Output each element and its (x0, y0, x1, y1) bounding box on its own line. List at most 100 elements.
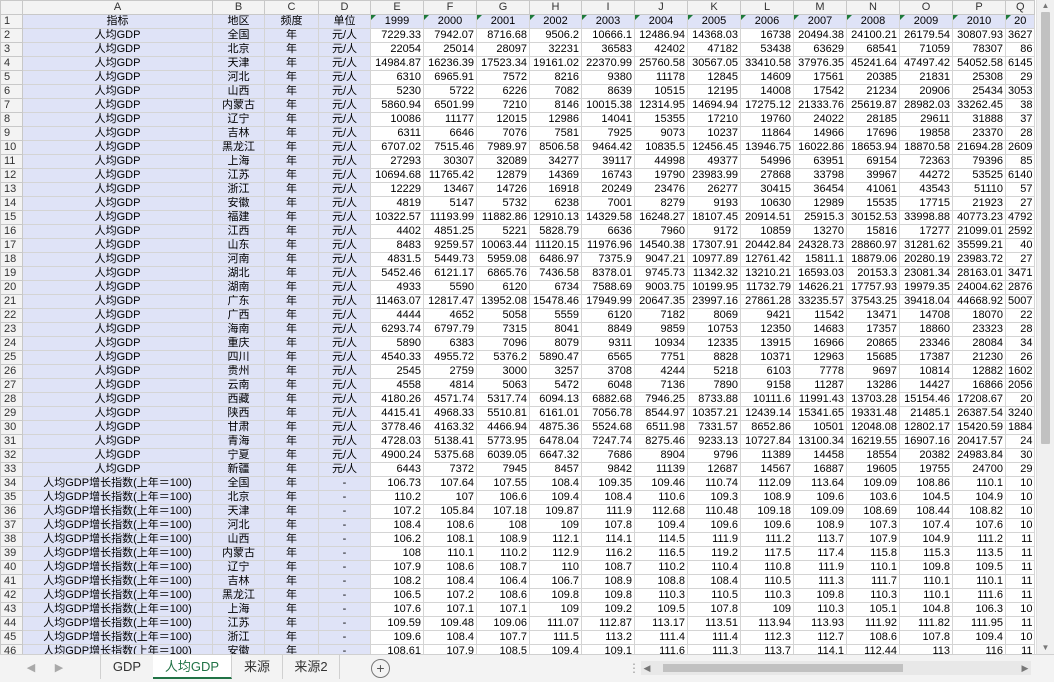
data-cell[interactable]: 人均GDP (22, 28, 213, 43)
data-cell[interactable]: 116.5 (634, 546, 688, 561)
data-cell[interactable]: 113.7 (740, 644, 794, 654)
data-cell[interactable]: 元/人 (318, 252, 371, 267)
row-number[interactable]: 43 (0, 602, 23, 617)
data-cell[interactable]: - (318, 574, 371, 589)
column-header[interactable]: F (423, 0, 477, 15)
data-cell[interactable]: 元/人 (318, 406, 371, 421)
data-cell[interactable]: 元/人 (318, 112, 371, 127)
data-cell[interactable]: 22054 (370, 42, 424, 57)
data-cell[interactable]: 2592 (1004, 224, 1036, 239)
data-cell[interactable]: 年 (264, 644, 319, 654)
data-cell[interactable]: 113.51 (687, 616, 741, 631)
data-cell[interactable]: 湖北 (212, 266, 265, 281)
tab-gdp[interactable]: GDP (100, 655, 154, 679)
data-cell[interactable]: 山西 (212, 532, 265, 547)
data-cell[interactable]: 人均GDP增长指数(上年＝100) (22, 574, 213, 589)
row-number[interactable]: 39 (0, 546, 23, 561)
data-cell[interactable]: 13270 (793, 224, 847, 239)
data-cell[interactable]: 111.9 (581, 504, 635, 519)
data-cell[interactable]: 30807.93 (952, 28, 1006, 43)
data-cell[interactable]: 108.8 (634, 574, 688, 589)
data-cell[interactable]: 3240 (1004, 406, 1036, 421)
data-cell[interactable]: 11765.42 (423, 168, 477, 183)
data-cell[interactable]: 112.87 (581, 616, 635, 631)
data-cell[interactable]: 元/人 (318, 280, 371, 295)
data-cell[interactable]: 5524.68 (581, 420, 635, 435)
data-cell[interactable]: 8275.46 (634, 434, 688, 449)
data-cell[interactable]: 河北 (212, 518, 265, 533)
data-cell[interactable]: 12195 (687, 84, 741, 99)
data-cell[interactable]: 23346 (899, 336, 953, 351)
data-cell[interactable]: 7001 (581, 196, 635, 211)
data-cell[interactable]: 6145 (1004, 56, 1036, 71)
data-cell[interactable]: 年 (264, 280, 319, 295)
data-cell[interactable]: 109.6 (793, 490, 847, 505)
data-cell[interactable]: 8483 (370, 238, 424, 253)
data-cell[interactable]: 4540.33 (370, 350, 424, 365)
data-cell[interactable]: 34277 (529, 154, 582, 169)
data-cell[interactable]: 5890 (370, 336, 424, 351)
data-cell[interactable]: 吉林 (212, 126, 265, 141)
data-cell[interactable]: 20906 (899, 84, 953, 99)
data-cell[interactable]: 12486.94 (634, 28, 688, 43)
data-cell[interactable]: 人均GDP (22, 378, 213, 393)
data-cell[interactable]: 1884 (1004, 420, 1036, 435)
data-cell[interactable]: 年 (264, 42, 319, 57)
data-cell[interactable]: 107.7 (476, 630, 530, 645)
data-cell[interactable]: 4968.33 (423, 406, 477, 421)
data-cell[interactable]: 110.1 (846, 560, 900, 575)
row-number[interactable]: 20 (0, 280, 23, 295)
data-cell[interactable]: 5773.95 (476, 434, 530, 449)
data-cell[interactable]: 14458 (793, 448, 847, 463)
data-cell[interactable]: 11342.32 (687, 266, 741, 281)
data-cell[interactable]: 111.9 (687, 532, 741, 547)
data-cell[interactable]: 11732.79 (740, 280, 794, 295)
data-cell[interactable]: 18860 (899, 322, 953, 337)
data-cell[interactable]: 21234 (846, 84, 900, 99)
data-cell[interactable]: 39117 (581, 154, 635, 169)
data-cell[interactable]: 人均GDP增长指数(上年＝100) (22, 490, 213, 505)
row-number[interactable]: 13 (0, 182, 23, 197)
data-cell[interactable]: 元/人 (318, 70, 371, 85)
data-cell[interactable]: 6103 (740, 364, 794, 379)
data-cell[interactable]: 20647.35 (634, 294, 688, 309)
data-cell[interactable]: 18879.06 (846, 252, 900, 267)
data-cell[interactable]: 26277 (687, 182, 741, 197)
data-cell[interactable]: 29 (1004, 462, 1036, 477)
data-cell[interactable]: 6565 (581, 350, 635, 365)
data-cell[interactable]: 2056 (1004, 378, 1036, 393)
data-cell[interactable]: 28860.97 (846, 238, 900, 253)
column-header[interactable]: C (264, 0, 319, 15)
data-cell[interactable]: 30415 (740, 182, 794, 197)
data-cell[interactable]: 13703.28 (846, 392, 900, 407)
data-cell[interactable]: 10753 (687, 322, 741, 337)
data-cell[interactable]: 15355 (634, 112, 688, 127)
data-cell[interactable]: 元/人 (318, 378, 371, 393)
data-cell[interactable]: 人均GDP (22, 294, 213, 309)
data-cell[interactable]: 人均GDP增长指数(上年＝100) (22, 560, 213, 575)
data-cell[interactable]: 17307.91 (687, 238, 741, 253)
data-cell[interactable]: 7082 (529, 84, 582, 99)
data-cell[interactable]: 人均GDP (22, 126, 213, 141)
data-cell[interactable]: 2759 (423, 364, 477, 379)
data-cell[interactable]: 元/人 (318, 28, 371, 43)
data-cell[interactable]: 年 (264, 448, 319, 463)
data-cell[interactable]: 17208.67 (952, 392, 1006, 407)
column-header[interactable]: H (529, 0, 582, 15)
header-cell[interactable]: 1999 (370, 14, 424, 29)
data-cell[interactable]: 110.5 (687, 588, 741, 603)
data-cell[interactable]: 79396 (952, 154, 1006, 169)
data-cell[interactable]: 11139 (634, 462, 688, 477)
data-cell[interactable]: 109.06 (476, 616, 530, 631)
spreadsheet-grid[interactable]: A B C D E F G H I J K L M N O P Q 1 指标 地区 频度 单位 1999 2000 2001 20… (0, 0, 1037, 654)
data-cell[interactable]: 30567.05 (687, 56, 741, 71)
data-cell[interactable]: 110.1 (899, 588, 953, 603)
data-cell[interactable]: 甘肃 (212, 420, 265, 435)
data-cell[interactable]: 年 (264, 98, 319, 113)
data-cell[interactable]: 107.9 (423, 644, 477, 654)
data-cell[interactable]: 6140 (1004, 168, 1036, 183)
data-cell[interactable]: 110.3 (793, 602, 847, 617)
data-cell[interactable]: 107 (423, 490, 477, 505)
data-cell[interactable]: 元/人 (318, 98, 371, 113)
data-cell[interactable]: 12879 (476, 168, 530, 183)
